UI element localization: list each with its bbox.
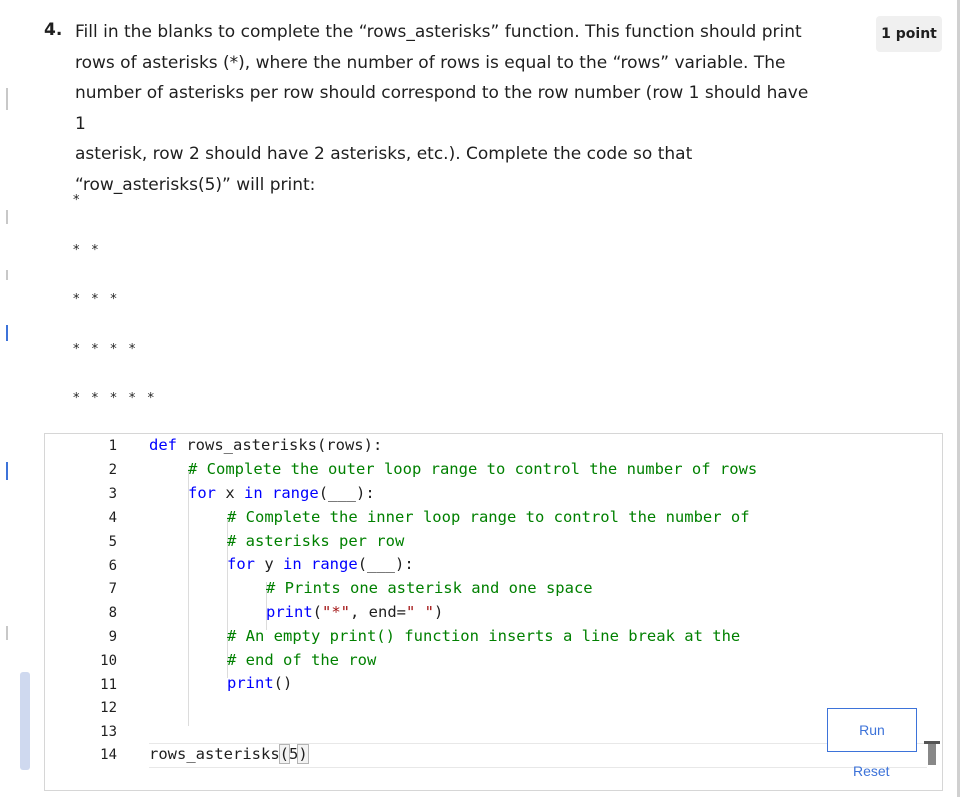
line-number: 7 [108,581,117,597]
code-line-14[interactable]: rows_asterisks(5) [149,744,309,764]
edge-mark [6,210,8,224]
line-number: 2 [108,462,117,478]
expected-output-row: * * [73,243,103,258]
code-text: 5 [289,745,299,763]
code-line-4[interactable]: # Complete the inner loop range to contr… [227,508,750,526]
comment: # An empty print() function inserts a li… [227,627,741,645]
question-text: Fill in the blanks to complete the “rows… [75,17,820,200]
line-number: 5 [108,534,117,550]
paren-match: ) [297,744,309,764]
question-number: 4. [44,20,63,40]
code-text: ( [312,603,323,621]
keyword: in [283,555,302,573]
code-text: rows_asterisks [149,745,280,763]
builtin: print [227,674,274,692]
code-line-3[interactable]: for x in range(___): [188,484,375,502]
question-text-line: Fill in the blanks to complete the “rows… [75,22,802,42]
left-edge-decoration [0,0,30,797]
code-text: (___): [318,484,375,502]
resize-handle[interactable] [924,741,940,765]
keyword: for [188,484,216,502]
keyword: in [244,484,263,502]
code-line-11[interactable]: print() [227,674,292,692]
edge-tab [20,672,30,770]
builtin: print [266,603,313,621]
builtin: range [311,555,358,573]
line-number: 13 [100,724,117,740]
indent-guide [188,470,189,726]
code-text: () [273,674,293,692]
code-text: , end= [350,603,407,621]
code-text: rows_asterisks(rows): [177,436,383,454]
edge-mark [6,325,8,341]
comment: # end of the row [227,651,377,669]
code-line-2[interactable]: # Complete the outer loop range to contr… [188,460,757,478]
keyword: def [149,436,177,454]
code-text: y [255,555,283,573]
code-line-9[interactable]: # An empty print() function inserts a li… [227,627,740,645]
code-line-1[interactable]: def rows_asterisks(rows): [149,436,382,454]
resize-handle-stem [928,741,936,765]
run-button[interactable]: Run [827,708,917,752]
comment: # Complete the inner loop range to contr… [227,508,750,526]
comment: # Complete the outer loop range to contr… [188,460,758,478]
line-number: 12 [100,700,117,716]
edge-mark [6,270,8,280]
line-number: 10 [100,653,117,669]
keyword: for [227,555,255,573]
reset-button[interactable]: Reset [853,763,890,779]
line-number: 3 [108,486,117,502]
question-text-line: number of asterisks per row should corre… [75,83,809,134]
question-text-line: asterisk, row 2 should have 2 asterisks,… [75,144,693,164]
code-line-6[interactable]: for y in range(___): [227,555,414,573]
comment: # asterisks per row [227,532,405,550]
expected-output-row: * * * [73,292,121,307]
line-number: 14 [100,747,117,763]
comment: # Prints one asterisk and one space [266,579,593,597]
builtin: range [272,484,319,502]
line-number: 1 [108,438,117,454]
edge-mark [6,88,8,110]
code-line-8[interactable]: print("*", end=" ") [266,603,443,621]
line-number: 9 [108,629,117,645]
expected-output-row: * * * * * [73,391,159,406]
string-literal: " " [406,603,435,621]
code-line-5[interactable]: # asterisks per row [227,532,404,550]
expected-output-row: * [73,193,84,208]
code-line-10[interactable]: # end of the row [227,651,376,669]
paren-match: ( [278,744,291,764]
points-badge: 1 point [876,16,942,52]
resize-handle-bar [924,741,940,744]
code-editor[interactable]: 1 2 3 4 5 6 7 8 9 10 11 12 13 14 def row… [44,433,943,791]
string-literal: "*" [322,603,351,621]
code-text: (___): [357,555,414,573]
question-text-line: “row_asterisks(5)” will print: [75,174,316,195]
edge-mark [6,626,8,640]
code-text: ) [434,603,444,621]
expected-output-row: * * * * [73,342,140,357]
question-text-line: rows of asterisks (*), where the number … [75,52,786,73]
code-line-7[interactable]: # Prints one asterisk and one space [266,579,593,597]
line-number: 11 [100,677,117,693]
edge-mark [6,462,8,480]
line-number: 8 [108,605,117,621]
line-number: 6 [108,558,117,574]
code-text: x [216,484,244,502]
line-number: 4 [108,510,117,526]
